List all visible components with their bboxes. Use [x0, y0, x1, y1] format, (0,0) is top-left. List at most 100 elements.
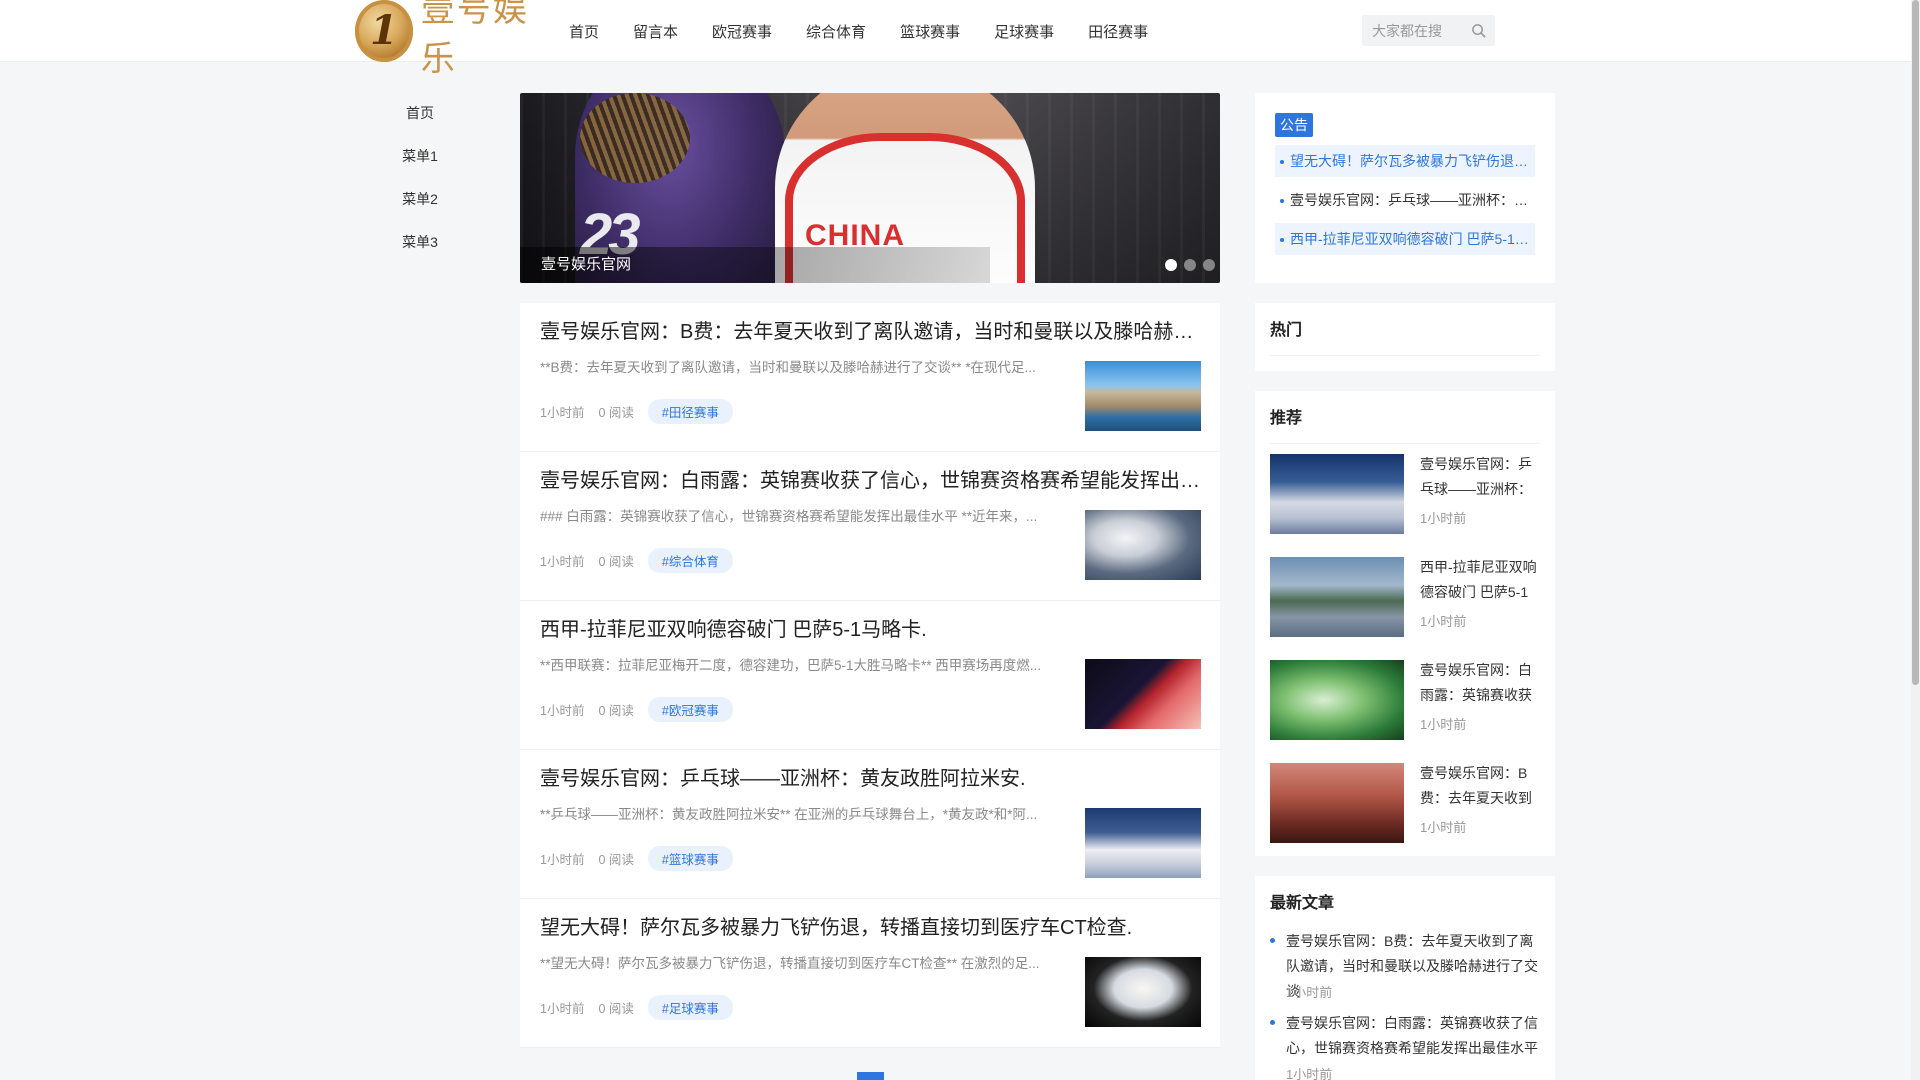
article-time: 1小时前: [540, 406, 585, 420]
article-title[interactable]: 壹号娱乐官网：乒乓球——亚洲杯：黄友政胜阿拉米安.: [540, 764, 1205, 794]
article-time: 1小时前: [540, 1002, 585, 1016]
article-time: 1小时前: [540, 704, 585, 718]
banner-dots: [1158, 259, 1215, 271]
article-tag[interactable]: #综合体育: [647, 548, 733, 573]
left-menu-item-home[interactable]: 首页: [355, 92, 485, 135]
latest-item[interactable]: 壹号娱乐官网：B费：去年夏天收到了离队邀请，当时和曼联以及滕哈赫进行了交谈 1小…: [1270, 929, 1540, 1001]
article-title[interactable]: 望无大碍！萨尔瓦多被暴力飞铲伤退，转播直接切到医疗车CT检查.: [540, 913, 1205, 943]
latest-item-time: 1小时前: [1286, 1067, 1333, 1080]
notice-card: 公告 望无大碍！萨尔瓦多被暴力飞铲伤退，转播直接切到医疗车CT检查. 壹号娱乐官…: [1255, 93, 1555, 283]
article-tag[interactable]: #足球赛事: [647, 995, 733, 1020]
nav-basketball[interactable]: 篮球赛事: [900, 21, 960, 42]
article-reads: 0 阅读: [598, 1002, 634, 1016]
logo-text: 壹号娱乐: [420, 0, 529, 79]
recommend-card: 推荐 壹号娱乐官网：乒乓球——亚洲杯：黄友政胜阿拉米安. 1小时前 西甲-拉菲尼…: [1255, 391, 1555, 856]
article-time: 1小时前: [540, 853, 585, 867]
left-menu-item-1[interactable]: 菜单1: [355, 135, 485, 178]
notice-list: 望无大碍！萨尔瓦多被暴力飞铲伤退，转播直接切到医疗车CT检查. 壹号娱乐官网：乒…: [1275, 145, 1535, 255]
notice-item[interactable]: 壹号娱乐官网：乒乓球——亚洲杯：黄友政胜阿拉米安.: [1275, 184, 1535, 216]
article-thumbnail[interactable]: [1085, 957, 1201, 1027]
banner-caption[interactable]: 壹号娱乐官网: [541, 253, 631, 274]
latest-title: 最新文章: [1270, 895, 1335, 912]
article-item[interactable]: 壹号娱乐官网：白雨露：英锦赛收获了信心，世锦赛资格赛希望能发挥出最佳水平. ##…: [520, 452, 1220, 601]
recommend-title: 推荐: [1270, 406, 1540, 444]
recommend-item[interactable]: 壹号娱乐官网：乒乓球——亚洲杯：黄友政胜阿拉米安. 1小时前: [1270, 444, 1540, 543]
article-reads: 0 阅读: [598, 406, 634, 420]
article-item[interactable]: 西甲-拉菲尼亚双响德容破门 巴萨5-1马略卡. **西甲联赛：拉菲尼亚梅开二度，…: [520, 601, 1220, 750]
recommend-item[interactable]: 壹号娱乐官网：B费：去年夏天收到了离队邀请 1小时前: [1270, 753, 1540, 852]
nav-champions-league[interactable]: 欧冠赛事: [712, 21, 772, 42]
banner-dot-1[interactable]: [1165, 259, 1177, 271]
recommend-item-title[interactable]: 壹号娱乐官网：B费：去年夏天收到了离队邀请: [1420, 761, 1538, 811]
left-menu: 首页 菜单1 菜单2 菜单3: [355, 92, 485, 264]
article-title[interactable]: 壹号娱乐官网：B费：去年夏天收到了离队邀请，当时和曼联以及滕哈赫进行了交谈.: [540, 317, 1205, 347]
article-thumbnail[interactable]: [1085, 510, 1201, 580]
article-reads: 0 阅读: [598, 555, 634, 569]
article-reads: 0 阅读: [598, 853, 634, 867]
article-meta: 1小时前 0 阅读 #田径赛事: [540, 399, 733, 424]
latest-item-time: 1小时前: [1286, 985, 1333, 1000]
article-thumbnail[interactable]: [1085, 808, 1201, 878]
article-item[interactable]: 壹号娱乐官网：B费：去年夏天收到了离队邀请，当时和曼联以及滕哈赫进行了交谈. *…: [520, 303, 1220, 452]
article-title[interactable]: 壹号娱乐官网：白雨露：英锦赛收获了信心，世锦赛资格赛希望能发挥出最佳水平.: [540, 466, 1205, 496]
article-tag[interactable]: #欧冠赛事: [647, 697, 733, 722]
recommend-thumbnail[interactable]: [1270, 660, 1404, 740]
notice-badge: 公告: [1275, 113, 1313, 137]
recommend-item-time: 1小时前: [1420, 717, 1467, 732]
search-input[interactable]: [1362, 15, 1462, 46]
article-time: 1小时前: [540, 555, 585, 569]
recommend-item[interactable]: 壹号娱乐官网：白雨露：英锦赛收获了信心 1小时前: [1270, 650, 1540, 749]
article-meta: 1小时前 0 阅读 #篮球赛事: [540, 846, 733, 871]
hot-card: 热门: [1255, 303, 1555, 371]
search-box: [1362, 15, 1495, 46]
article-excerpt: **望无大碍！萨尔瓦多被暴力飞铲伤退，转播直接切到医疗车CT检查** 在激烈的足…: [540, 956, 1040, 971]
banner-dot-2[interactable]: [1184, 259, 1196, 271]
banner-player-hair: [580, 93, 690, 183]
logo-mark-icon: 1: [355, 0, 413, 62]
nav-home[interactable]: 首页: [569, 21, 599, 42]
recommend-item-title[interactable]: 西甲-拉菲尼亚双响德容破门 巴萨5-1马略卡.: [1420, 555, 1538, 605]
article-item[interactable]: 壹号娱乐官网：乒乓球——亚洲杯：黄友政胜阿拉米安. **乒乓球——亚洲杯：黄友政…: [520, 750, 1220, 899]
article-reads: 0 阅读: [598, 704, 634, 718]
recommend-thumbnail[interactable]: [1270, 763, 1404, 843]
recommend-item-title[interactable]: 壹号娱乐官网：乒乓球——亚洲杯：黄友政胜阿拉米安.: [1420, 452, 1538, 502]
nav-athletics[interactable]: 田径赛事: [1088, 21, 1148, 42]
notice-item[interactable]: 望无大碍！萨尔瓦多被暴力飞铲伤退，转播直接切到医疗车CT检查.: [1275, 145, 1535, 177]
left-menu-item-2[interactable]: 菜单2: [355, 178, 485, 221]
recommend-item-time: 1小时前: [1420, 820, 1467, 835]
article-excerpt: **乒乓球——亚洲杯：黄友政胜阿拉米安** 在亚洲的乒乓球舞台上，*黄友政*和*…: [540, 807, 1038, 822]
article-thumbnail[interactable]: [1085, 659, 1201, 729]
latest-list: 壹号娱乐官网：B费：去年夏天收到了离队邀请，当时和曼联以及滕哈赫进行了交谈 1小…: [1270, 929, 1540, 1080]
article-title[interactable]: 西甲-拉菲尼亚双响德容破门 巴萨5-1马略卡.: [540, 615, 1205, 645]
nav-general-sports[interactable]: 综合体育: [806, 21, 866, 42]
article-meta: 1小时前 0 阅读 #足球赛事: [540, 995, 733, 1020]
notice-item[interactable]: 西甲-拉菲尼亚双响德容破门 巴萨5-1马略卡.: [1275, 223, 1535, 255]
recommend-item-title[interactable]: 壹号娱乐官网：白雨露：英锦赛收获了信心: [1420, 658, 1538, 708]
hot-title: 热门: [1270, 318, 1540, 356]
article-tag[interactable]: #田径赛事: [647, 399, 733, 424]
recommend-item-time: 1小时前: [1420, 511, 1467, 526]
article-thumbnail[interactable]: [1085, 361, 1201, 431]
page-scrollbar-thumb[interactable]: [1912, 0, 1919, 685]
search-icon[interactable]: [1471, 23, 1486, 38]
article-item[interactable]: 望无大碍！萨尔瓦多被暴力飞铲伤退，转播直接切到医疗车CT检查. **望无大碍！萨…: [520, 899, 1220, 1048]
article-excerpt: ### 白雨露：英锦赛收获了信心，世锦赛资格赛希望能发挥出最佳水平 **近年来，…: [540, 509, 1038, 524]
banner-carousel[interactable]: 23 CHINA 壹号娱乐官网: [520, 93, 1220, 283]
article-meta: 1小时前 0 阅读 #欧冠赛事: [540, 697, 733, 722]
nav-football[interactable]: 足球赛事: [994, 21, 1054, 42]
top-header: 1 壹号娱乐 首页 留言本 欧冠赛事 综合体育 篮球赛事 足球赛事 田径赛事: [0, 0, 1920, 79]
article-list: 壹号娱乐官网：B费：去年夏天收到了离队邀请，当时和曼联以及滕哈赫进行了交谈. *…: [520, 303, 1220, 1048]
banner-dot-3[interactable]: [1203, 259, 1215, 271]
recommend-item[interactable]: 西甲-拉菲尼亚双响德容破门 巴萨5-1马略卡. 1小时前: [1270, 547, 1540, 646]
article-tag[interactable]: #篮球赛事: [647, 846, 733, 871]
article-excerpt: **西甲联赛：拉菲尼亚梅开二度，德容建功，巴萨5-1大胜马略卡** 西甲赛场再度…: [540, 658, 1042, 673]
left-menu-item-3[interactable]: 菜单3: [355, 221, 485, 264]
nav-guestbook[interactable]: 留言本: [633, 21, 678, 42]
recommend-item-time: 1小时前: [1420, 614, 1467, 629]
latest-item[interactable]: 壹号娱乐官网：白雨露：英锦赛收获了信心，世锦赛资格赛希望能发挥出最佳水平 1小时…: [1270, 1011, 1540, 1080]
pagination-current-page[interactable]: [857, 1072, 884, 1080]
recommend-thumbnail[interactable]: [1270, 454, 1404, 534]
site-logo[interactable]: 1 壹号娱乐: [355, 0, 555, 79]
recommend-thumbnail[interactable]: [1270, 557, 1404, 637]
latest-card: 最新文章 壹号娱乐官网：B费：去年夏天收到了离队邀请，当时和曼联以及滕哈赫进行了…: [1255, 876, 1555, 1080]
